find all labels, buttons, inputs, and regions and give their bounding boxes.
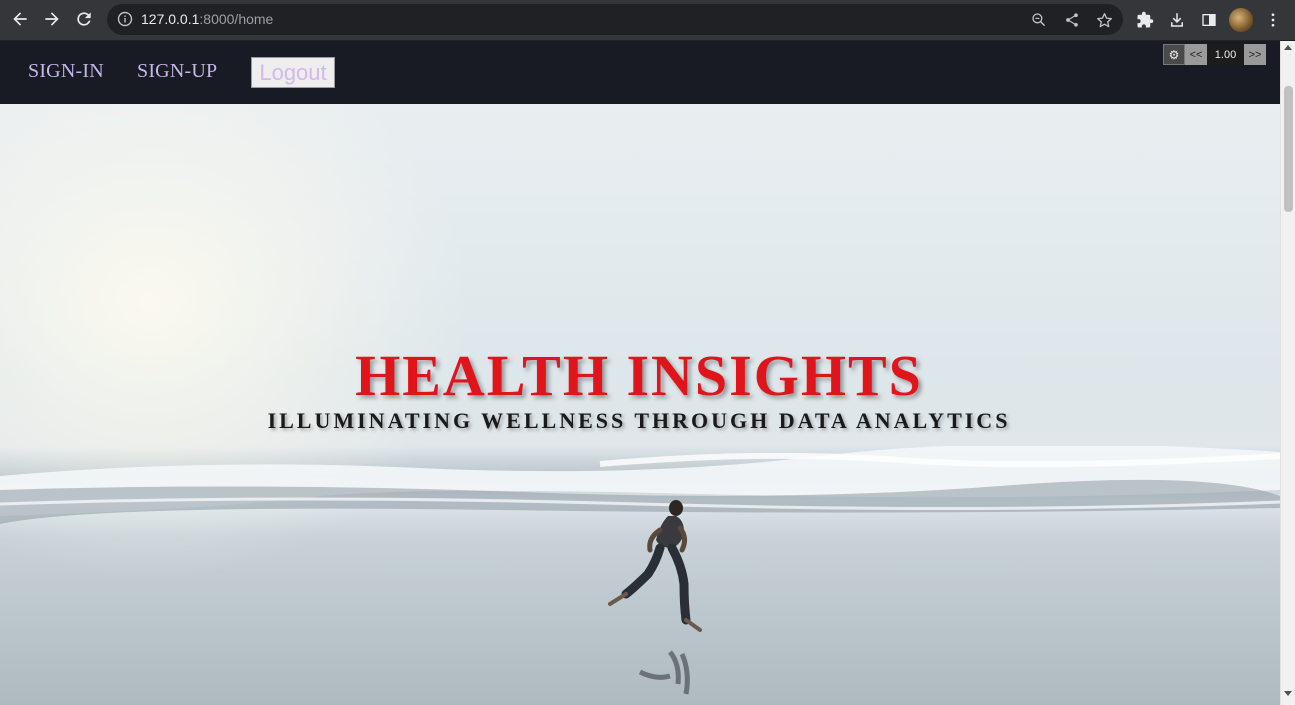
scroll-down-icon[interactable] [1284,691,1292,696]
video-speed-controller: ⚙ << 1.00 >> [1163,44,1266,65]
scroll-thumb[interactable] [1284,86,1293,212]
back-icon[interactable] [4,3,36,35]
reload-icon[interactable] [68,3,100,35]
hero-section: HEALTH INSIGHTS ILLUMINATING WELLNESS TH… [0,104,1280,705]
url-host: 127.0.0.1 [141,11,200,27]
site-navbar: SIGN-IN SIGN-UP Logout ⚙ << 1.00 >> [0,41,1280,104]
sidebar-icon[interactable] [1197,8,1221,32]
forward-icon[interactable] [36,3,68,35]
speed-decrease-button[interactable]: << [1185,44,1207,65]
browser-toolbar: 127.0.0.1:8000/home [0,0,1295,40]
nav-signup-link[interactable]: SIGN-UP [137,60,217,83]
star-icon[interactable] [1094,10,1114,30]
vertical-scrollbar[interactable] [1280,41,1295,705]
extensions-icon[interactable] [1133,8,1157,32]
gear-icon[interactable]: ⚙ [1163,44,1185,65]
page-viewport: HEALTH INSIGHTS ILLUMINATING WELLNESS TH… [0,41,1280,705]
info-icon[interactable] [117,11,133,27]
scroll-up-icon[interactable] [1284,45,1292,50]
avatar[interactable] [1229,8,1253,32]
address-bar[interactable]: 127.0.0.1:8000/home [107,4,1123,35]
download-icon[interactable] [1165,8,1189,32]
nav-signin-link[interactable]: SIGN-IN [28,60,104,83]
hero-title: HEALTH INSIGHTS [355,343,923,408]
share-icon[interactable] [1062,10,1082,30]
speed-increase-button[interactable]: >> [1244,44,1266,65]
speed-value: 1.00 [1207,44,1244,65]
runner-figure [608,500,702,695]
zoom-icon[interactable] [1029,10,1049,30]
url-text[interactable]: 127.0.0.1:8000/home [141,11,273,27]
menu-icon[interactable] [1261,8,1285,32]
logout-button[interactable]: Logout [251,57,335,88]
url-path: :8000/home [199,11,274,27]
hero-subtitle: ILLUMINATING WELLNESS THROUGH DATA ANALY… [267,408,1011,433]
